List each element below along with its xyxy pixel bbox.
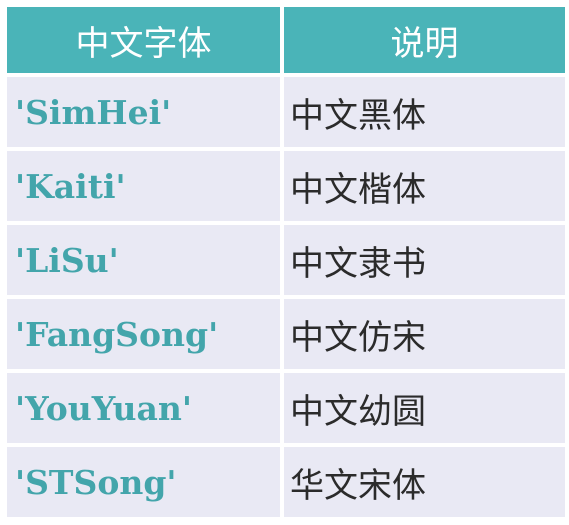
- font-description-cell: 中文黑体: [284, 77, 565, 147]
- table-body: 'SimHei' 中文黑体 'Kaiti' 中文楷体 'LiSu' 中文隶书 '…: [7, 77, 565, 517]
- font-name-cell: 'LiSu': [7, 225, 280, 295]
- font-description-cell: 中文隶书: [284, 225, 565, 295]
- font-table: 中文字体 说明 'SimHei' 中文黑体 'Kaiti' 中文楷体 'LiSu…: [3, 3, 569, 521]
- font-name-cell: 'STSong': [7, 447, 280, 517]
- table-row: 'YouYuan' 中文幼圆: [7, 373, 565, 443]
- font-name-cell: 'YouYuan': [7, 373, 280, 443]
- font-name-cell: 'SimHei': [7, 77, 280, 147]
- table-row: 'Kaiti' 中文楷体: [7, 151, 565, 221]
- header-font: 中文字体: [7, 7, 280, 73]
- table-header: 中文字体 说明: [7, 7, 565, 73]
- font-description-cell: 中文仿宋: [284, 299, 565, 369]
- table-row: 'LiSu' 中文隶书: [7, 225, 565, 295]
- table-row: 'FangSong' 中文仿宋: [7, 299, 565, 369]
- header-row: 中文字体 说明: [7, 7, 565, 73]
- table-row: 'STSong' 华文宋体: [7, 447, 565, 517]
- font-name-cell: 'FangSong': [7, 299, 280, 369]
- table-row: 'SimHei' 中文黑体: [7, 77, 565, 147]
- header-description: 说明: [284, 7, 565, 73]
- font-name-cell: 'Kaiti': [7, 151, 280, 221]
- font-description-cell: 华文宋体: [284, 447, 565, 517]
- font-description-cell: 中文幼圆: [284, 373, 565, 443]
- font-description-cell: 中文楷体: [284, 151, 565, 221]
